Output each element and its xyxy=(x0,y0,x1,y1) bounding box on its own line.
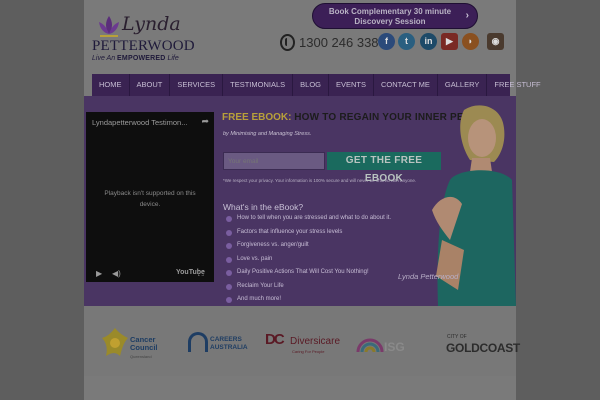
nav-item-about[interactable]: ABOUT xyxy=(130,74,171,96)
logo-surname: PETTERWOOD xyxy=(92,38,195,54)
video-title[interactable]: Lyndapetterwood Testimon... xyxy=(92,118,187,127)
ebook-contents-heading: What's in the eBook? xyxy=(223,202,304,212)
partner-logos: Cancer Council Queensland CAREERS AUSTRA… xyxy=(84,306,520,376)
youtube-icon[interactable]: ▶ xyxy=(441,33,458,50)
list-item: Reclaim Your Life xyxy=(224,283,391,297)
phone-number[interactable]: 1300 246 338 xyxy=(299,35,379,50)
careers-australia-icon xyxy=(188,332,208,352)
list-item: And much more! xyxy=(224,296,391,306)
signature: Lynda Petterwood xyxy=(398,272,459,281)
ebook-contents-list: How to tell when you are stressed and wh… xyxy=(224,215,391,306)
book-session-button[interactable]: Book Complementary 30 minute Discovery S… xyxy=(312,3,478,29)
gold-coast-logo[interactable]: GOLDCOAST xyxy=(446,341,520,355)
phone-icon xyxy=(280,34,295,51)
twitter-icon[interactable]: t xyxy=(398,33,415,50)
tagline-bold: EMPOWERED xyxy=(117,55,166,62)
ebook-title-prefix: FREE EBOOK: xyxy=(222,112,292,123)
nav-item-gallery[interactable]: GALLERY xyxy=(438,74,488,96)
video-player[interactable]: Lyndapetterwood Testimon... ➦ Playback i… xyxy=(86,112,214,282)
chevron-right-icon: › xyxy=(465,10,469,21)
ca-line2: AUSTRALIA xyxy=(210,344,248,351)
privacy-note: *We respect your privacy. Your informati… xyxy=(223,178,417,183)
share-icon[interactable]: ➦ xyxy=(201,116,209,127)
list-item: Factors that influence your stress level… xyxy=(224,229,391,243)
gold-coast-prefix: CITY OF xyxy=(447,334,467,340)
email-input[interactable] xyxy=(223,152,325,170)
book-session-label: Book Complementary 30 minute Discovery S… xyxy=(328,7,452,26)
diversicare-tagline: Caring For People xyxy=(292,349,325,354)
lotus-icon xyxy=(99,16,119,37)
volume-icon[interactable]: ◀) xyxy=(112,269,121,278)
daffodil-icon xyxy=(102,328,128,356)
video-controls: ▶ ◀) YouTube ⛶ xyxy=(86,266,214,282)
logo-tagline: Live An EMPOWERED Life xyxy=(92,55,179,62)
nav-item-contact[interactable]: CONTACT ME xyxy=(374,74,438,96)
list-item: Love vs. pain xyxy=(224,256,391,270)
video-message: Playback isn't supported on this device. xyxy=(104,190,196,208)
ebook-subtitle: by Minimising and Managing Stress. xyxy=(223,131,312,137)
careers-australia-logo[interactable]: CAREERS AUSTRALIA xyxy=(210,336,248,352)
cc-line3: Queensland xyxy=(130,354,152,359)
list-item: How to tell when you are stressed and wh… xyxy=(224,215,391,229)
rainbow-logo-icon xyxy=(356,338,384,353)
play-icon[interactable]: ▶ xyxy=(96,269,102,278)
main-nav: HOME ABOUT SERVICES TESTIMONIALS BLOG EV… xyxy=(92,74,541,96)
list-item: Forgiveness vs. anger/guilt xyxy=(224,242,391,256)
isg-logo[interactable]: ISG xyxy=(384,340,405,354)
list-item: Daily Positive Actions That Will Cost Yo… xyxy=(224,269,391,283)
nav-item-events[interactable]: EVENTS xyxy=(329,74,375,96)
tagline-prefix: Live An xyxy=(92,55,116,62)
nav-item-free-stuff[interactable]: FREE STUFF xyxy=(487,74,547,96)
hero-banner: Lyndapetterwood Testimon... ➦ Playback i… xyxy=(84,96,516,306)
facebook-icon[interactable]: f xyxy=(378,33,395,50)
diversicare-logo[interactable]: Diversicare xyxy=(290,336,340,347)
nav-item-home[interactable]: HOME xyxy=(92,74,130,96)
cc-line2: Council xyxy=(130,343,158,352)
linkedin-icon[interactable]: in xyxy=(420,33,437,50)
nav-item-testimonials[interactable]: TESTIMONIALS xyxy=(223,74,294,96)
ca-line1: CAREERS xyxy=(210,336,242,343)
cancer-council-logo[interactable]: Cancer Council Queensland xyxy=(130,336,158,361)
diversicare-mark: DC xyxy=(265,331,285,348)
site-logo[interactable]: Lynda PETTERWOOD Live An EMPOWERED Life xyxy=(92,8,195,64)
nav-item-services[interactable]: SERVICES xyxy=(170,74,224,96)
fullscreen-icon[interactable]: ⛶ xyxy=(198,269,204,279)
logo-script-name: Lynda xyxy=(122,13,181,35)
rss-icon[interactable]: ◗ xyxy=(462,33,479,50)
nav-item-blog[interactable]: BLOG xyxy=(293,74,329,96)
tagline-suffix: Life xyxy=(167,55,179,62)
instagram-icon[interactable]: ◉ xyxy=(487,33,504,50)
